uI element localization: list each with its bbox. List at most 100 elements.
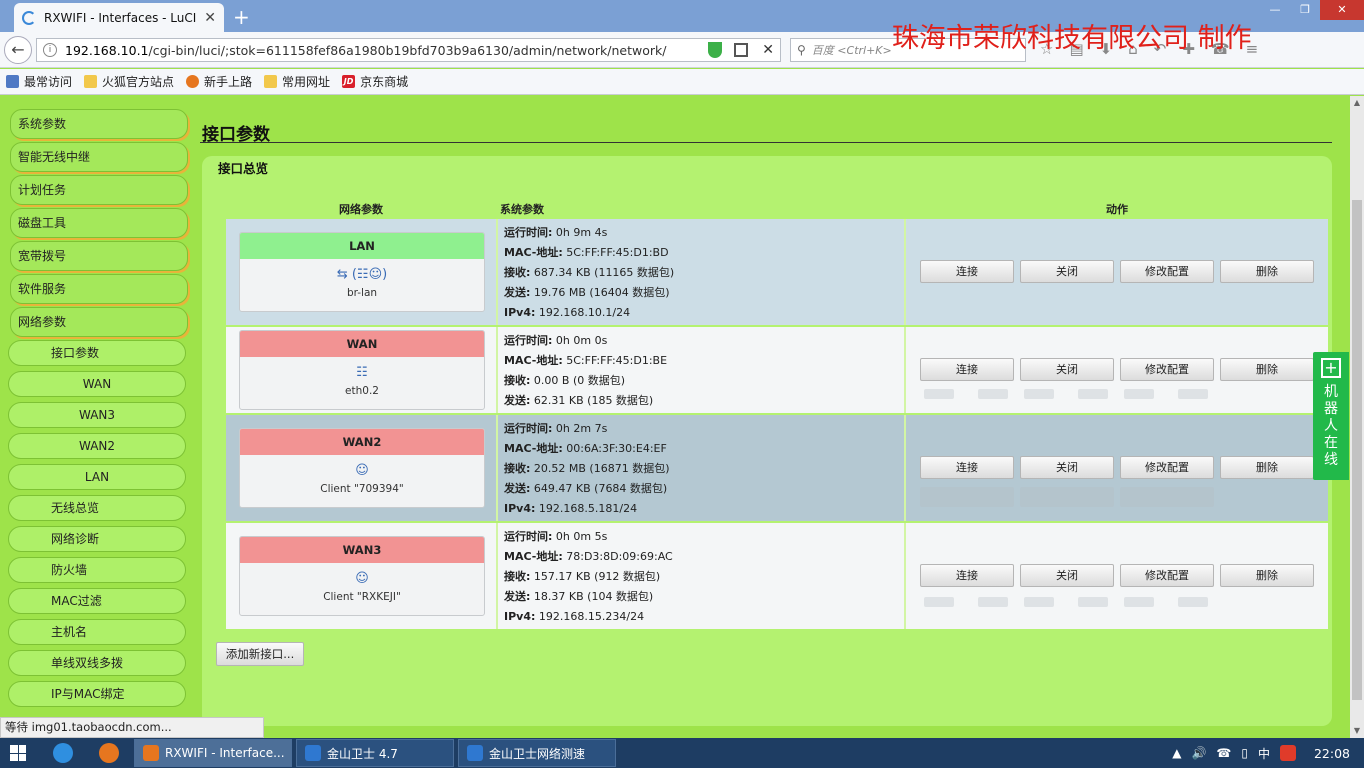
sidebar-item-lan[interactable]: LAN: [8, 464, 186, 490]
connect-button[interactable]: 连接: [920, 260, 1014, 283]
rx-value: 157.17 KB (912 数据包): [533, 570, 661, 583]
sidebar-item-multi-dial[interactable]: 单线双线多拨: [8, 650, 186, 676]
bookmark-getting-started[interactable]: 新手上路: [186, 73, 252, 90]
sidebar-item-software[interactable]: 软件服务: [10, 274, 188, 304]
close-button[interactable]: 关闭: [1020, 260, 1114, 283]
connect-button[interactable]: 连接: [920, 456, 1014, 479]
sidebar-item-wireless-relay[interactable]: 智能无线中继: [10, 142, 188, 172]
tx-value: 19.76 MB (16404 数据包): [533, 286, 670, 299]
placeholder-bar: [1024, 389, 1054, 399]
site-info-icon[interactable]: i: [43, 43, 57, 57]
url-text[interactable]: 192.168.10.1/cgi-bin/luci/;stok=611158fe…: [65, 43, 702, 58]
sidebar-item-system[interactable]: 系统参数: [10, 109, 188, 139]
sidebar-item-disk-tools[interactable]: 磁盘工具: [10, 208, 188, 238]
sidebar-item-scheduled-tasks[interactable]: 计划任务: [10, 175, 188, 205]
stop-icon[interactable]: ✕: [762, 42, 774, 58]
network-cell: WAN ☷ eth0.2: [226, 327, 498, 413]
volume-icon[interactable]: 🔊: [1191, 746, 1206, 760]
browser-tab[interactable]: RXWIFI - Interfaces - LuCI ✕: [14, 3, 224, 32]
close-window-button[interactable]: ✕: [1320, 0, 1364, 20]
sidebar-item-firewall[interactable]: 防火墙: [8, 557, 186, 583]
main-content: 接口参数 接口总览 网络参数 系统参数 动作 LAN ⇆ (☷☺) br-lan…: [200, 96, 1350, 738]
add-interface-button[interactable]: 添加新接口...: [216, 642, 304, 666]
shield-icon: [467, 745, 483, 761]
sidebar-item-diagnostics[interactable]: 网络诊断: [8, 526, 186, 552]
address-bar[interactable]: i 192.168.10.1/cgi-bin/luci/;stok=611158…: [36, 38, 781, 62]
browser-status-text: 等待 img01.taobaocdn.com...: [0, 717, 264, 738]
delete-button[interactable]: 删除: [1220, 456, 1314, 479]
window-controls: — ❐ ✕: [1260, 0, 1364, 20]
sidebar-item-wan3[interactable]: WAN3: [8, 402, 186, 428]
connect-button[interactable]: 连接: [920, 564, 1014, 587]
edit-config-button[interactable]: 修改配置: [1120, 456, 1214, 479]
sidebar-item-network[interactable]: 网络参数: [10, 307, 188, 337]
bookmarks-bar: 最常访问 火狐官方站点 新手上路 常用网址 JD 京东商城: [0, 69, 1364, 95]
connect-button[interactable]: 连接: [920, 358, 1014, 381]
ie-icon[interactable]: [53, 743, 73, 763]
bookmark-most-visited[interactable]: 最常访问: [6, 73, 72, 90]
system-tray: ▲ 🔊 ☎ ▯ 中 22:08: [1172, 738, 1364, 768]
firefox-pinned-icon[interactable]: [99, 743, 119, 763]
sidebar-item-wireless-overview[interactable]: 无线总览: [8, 495, 186, 521]
edit-config-button[interactable]: 修改配置: [1120, 260, 1214, 283]
sidebar-item-interfaces[interactable]: 接口参数: [8, 340, 186, 366]
restore-button[interactable]: ❐: [1290, 0, 1320, 20]
task-firefox[interactable]: RXWIFI - Interface...: [134, 739, 292, 767]
bookmark-common-sites[interactable]: 常用网址: [264, 73, 330, 90]
placeholder-bar: [920, 487, 1014, 507]
sidebar-item-broadband-dial[interactable]: 宽带拨号: [10, 241, 188, 271]
security-shield-icon[interactable]: [708, 42, 723, 58]
robot-online-widget[interactable]: + 机器人在线: [1313, 352, 1349, 480]
page-content: 系统参数 智能无线中继 计划任务 磁盘工具 宽带拨号 软件服务 网络参数 接口参…: [0, 96, 1364, 738]
close-button[interactable]: 关闭: [1020, 564, 1114, 587]
tab-close-icon[interactable]: ✕: [204, 10, 216, 26]
sidebar-item-ip-mac-binding[interactable]: IP与MAC绑定: [8, 681, 186, 707]
interface-row-wan2: WAN2 ☺ Client "709394" 运行时间: 0h 2m 7s MA…: [226, 415, 1328, 521]
interface-device: Client "RXKEJI": [323, 591, 401, 603]
sidebar-item-mac-filter[interactable]: MAC过滤: [8, 588, 186, 614]
wireless-icon: ☺: [355, 571, 369, 586]
start-button[interactable]: [10, 745, 26, 761]
sidebar-item-wan[interactable]: WAN: [8, 371, 186, 397]
sidebar-item-hostnames[interactable]: 主机名: [8, 619, 186, 645]
new-tab-button[interactable]: +: [233, 5, 250, 29]
search-icon: ⚲: [797, 43, 806, 57]
minimize-button[interactable]: —: [1260, 0, 1290, 20]
task-jinshan-speedtest[interactable]: 金山卫士网络测速: [458, 739, 616, 767]
edit-config-button[interactable]: 修改配置: [1120, 358, 1214, 381]
network-icon[interactable]: ☎: [1216, 746, 1231, 760]
back-button[interactable]: ←: [4, 36, 32, 64]
delete-button[interactable]: 删除: [1220, 564, 1314, 587]
page-scrollbar[interactable]: ▲ ▼: [1350, 96, 1364, 738]
delete-button[interactable]: 删除: [1220, 260, 1314, 283]
placeholder-bar: [978, 389, 1008, 399]
interface-name: WAN3: [240, 537, 484, 563]
scrollbar-thumb[interactable]: [1352, 200, 1362, 700]
close-button[interactable]: 关闭: [1020, 456, 1114, 479]
tray-expand-icon[interactable]: ▲: [1172, 746, 1181, 760]
battery-icon[interactable]: ▯: [1241, 746, 1248, 760]
interface-device: eth0.2: [345, 385, 379, 397]
interface-device: br-lan: [346, 287, 378, 299]
scroll-up-icon[interactable]: ▲: [1350, 96, 1364, 110]
ime-indicator[interactable]: 中: [1258, 745, 1270, 762]
bookmark-jd-mall[interactable]: JD 京东商城: [342, 73, 408, 90]
bookmarks-icon: [6, 75, 19, 88]
close-button[interactable]: 关闭: [1020, 358, 1114, 381]
sidebar: 系统参数 智能无线中继 计划任务 磁盘工具 宽带拨号 软件服务 网络参数 接口参…: [0, 96, 198, 738]
shield-icon: [305, 745, 321, 761]
sogou-ime-icon[interactable]: [1279, 745, 1296, 761]
scroll-down-icon[interactable]: ▼: [1350, 724, 1364, 738]
actions-cell: 连接 关闭 修改配置 删除: [908, 327, 1328, 413]
network-devices-icon: ⇆ (☷☺): [336, 267, 388, 282]
clock[interactable]: 22:08: [1314, 746, 1350, 761]
actions-cell: 连接 关闭 修改配置 删除: [908, 523, 1328, 629]
sidebar-item-wan2[interactable]: WAN2: [8, 433, 186, 459]
edit-config-button[interactable]: 修改配置: [1120, 564, 1214, 587]
task-jinshan-guard[interactable]: 金山卫士 4.7: [296, 739, 454, 767]
bookmark-firefox-site[interactable]: 火狐官方站点: [84, 73, 174, 90]
qr-code-icon[interactable]: [734, 43, 749, 57]
interface-badge: WAN3 ☺ Client "RXKEJI": [239, 536, 485, 616]
mac-value: 5C:FF:FF:45:D1:BD: [566, 246, 669, 259]
delete-button[interactable]: 删除: [1220, 358, 1314, 381]
